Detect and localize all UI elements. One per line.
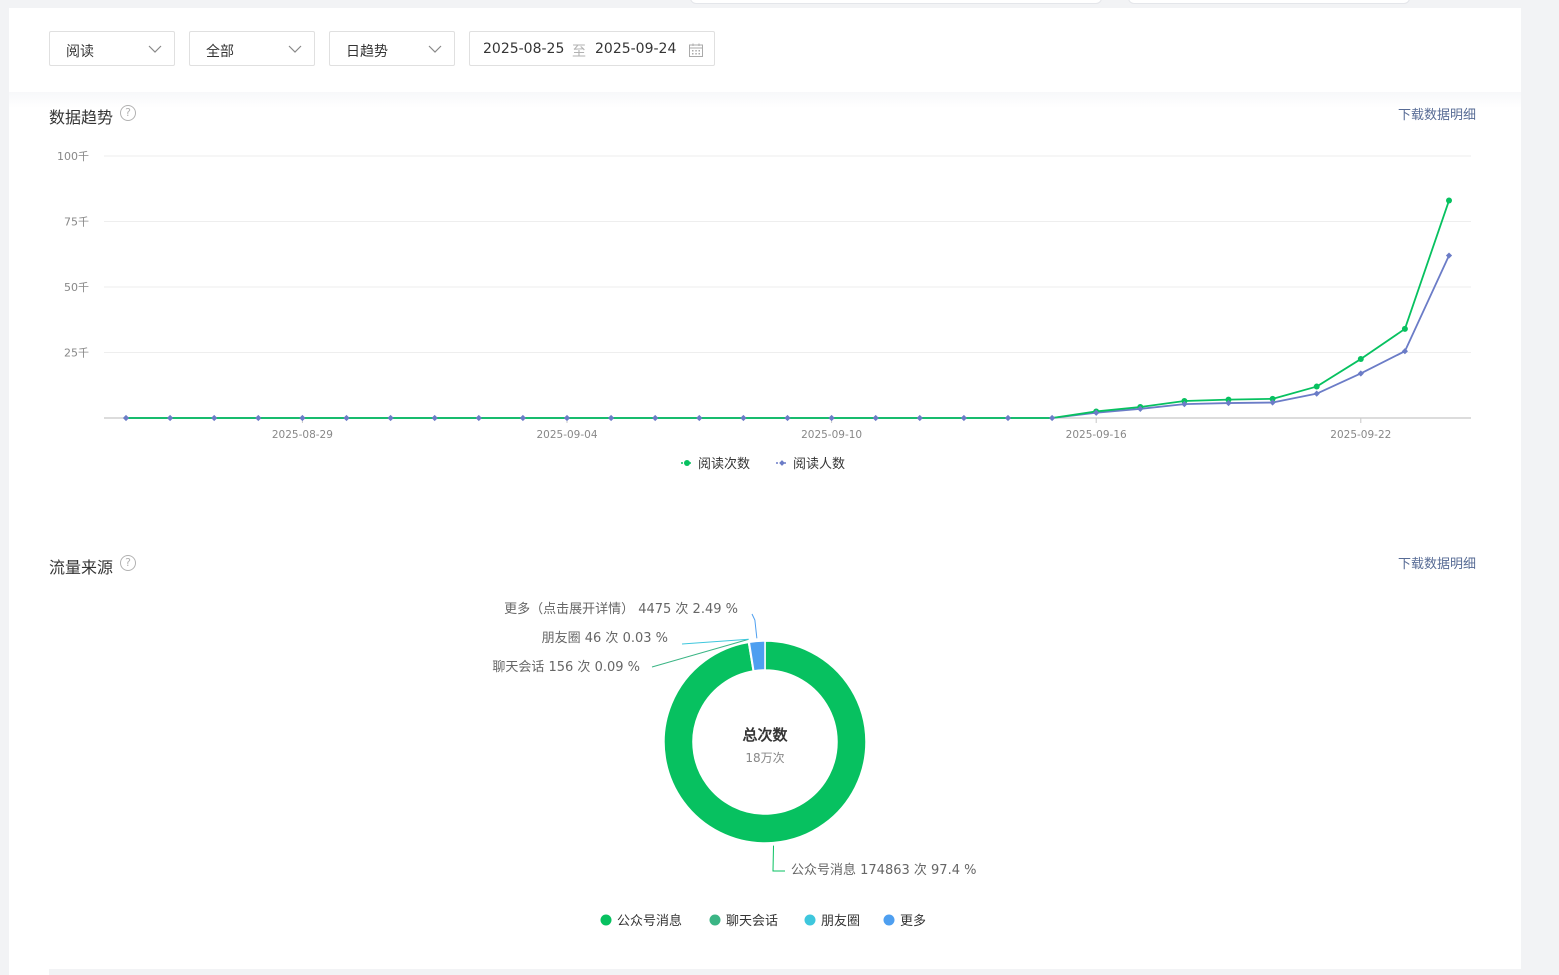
source-donut-chart: 总次数 18万次公众号消息 174863 次 97.4 % 聊天会话 156 次 0…	[492, 601, 976, 929]
x-tick-label: 2025-09-04	[536, 429, 597, 441]
source-title: 流量来源	[49, 558, 114, 577]
data-point-read-users[interactable]	[519, 414, 527, 422]
trend-line-chart: 25千 50千 75千 100千 2025-08-29 2025-09-04 2025-09…	[57, 150, 1471, 472]
chevron-down-icon	[428, 45, 442, 53]
x-tick-label: 2025-09-22	[1330, 429, 1391, 441]
data-point-read-users[interactable]	[1445, 252, 1453, 259]
data-point-read-users[interactable]	[1048, 414, 1056, 422]
top-tab-left[interactable]	[690, 0, 1102, 4]
legend-marker	[779, 460, 785, 466]
legend-dot	[804, 914, 816, 926]
metric-select[interactable]: 阅读	[49, 31, 175, 66]
filter-bar: 阅读 全部 日趋势 2025-08-25 至 2025-09-24	[9, 8, 1521, 93]
leader-line	[751, 613, 758, 639]
y-tick-label: 50千	[64, 281, 89, 294]
chevron-down-icon	[288, 45, 302, 53]
slice-label: 聊天会话 156 次 0.09 %	[492, 659, 640, 675]
legend-label: 公众号消息	[617, 913, 682, 929]
data-point-read-users[interactable]	[211, 414, 218, 422]
x-tick-label: 2025-09-16	[1066, 429, 1127, 441]
data-point-read-count[interactable]	[1446, 197, 1452, 204]
granularity-select[interactable]: 日趋势	[329, 31, 455, 66]
slice-label: 公众号消息 174863 次 97.4 %	[791, 862, 976, 878]
data-point-read-count[interactable]	[1313, 383, 1320, 390]
calendar-icon	[689, 43, 703, 57]
leader-line	[772, 845, 785, 872]
legend-label: 更多	[900, 913, 926, 929]
data-point-read-users[interactable]	[1401, 348, 1409, 355]
slice-label: 朋友圈 46 次 0.03 %	[542, 630, 668, 646]
data-point-read-users[interactable]	[343, 414, 350, 422]
data-point-read-users[interactable]	[740, 414, 747, 422]
legend-item[interactable]: 阅读次数	[681, 456, 750, 472]
scope-select[interactable]: 全部	[189, 31, 315, 66]
data-point-read-count[interactable]	[1357, 356, 1364, 363]
legend-dot	[600, 914, 612, 926]
bottom-divider	[49, 969, 1521, 975]
legend-item[interactable]: 聊天会话	[709, 914, 779, 929]
data-point-read-count[interactable]	[1401, 325, 1408, 332]
y-tick-label: 25千	[64, 347, 89, 360]
legend-label: 朋友圈	[821, 913, 860, 929]
metric-select-label: 阅读	[66, 44, 94, 60]
date-separator: 至	[572, 44, 586, 60]
analytics-card: 阅读 全部 日趋势 2025-08-25 至 2025-09-24 数据趋势 ?…	[9, 8, 1521, 975]
granularity-select-label: 日趋势	[346, 44, 388, 60]
data-point-read-users[interactable]	[1313, 390, 1320, 397]
data-point-read-users[interactable]	[916, 414, 923, 422]
legend-label: 聊天会话	[726, 914, 778, 929]
section-gap	[9, 92, 1521, 108]
legend-item[interactable]: 更多	[883, 913, 927, 929]
legend-dot	[883, 914, 895, 926]
series-line-read-users	[126, 255, 1450, 419]
data-point-read-users[interactable]	[696, 414, 703, 422]
legend-marker	[684, 460, 690, 466]
trend-title: 数据趋势	[49, 108, 114, 127]
x-tick-label: 2025-09-10	[801, 429, 862, 441]
source-download-link[interactable]: 下载数据明细	[1398, 553, 1476, 572]
donut-center-value: 18万次	[745, 751, 784, 765]
data-point-read-users[interactable]	[784, 414, 791, 422]
donut-center-title: 总次数	[742, 726, 788, 744]
top-tab-right[interactable]	[1128, 0, 1410, 4]
y-tick-label: 100千	[57, 150, 89, 163]
trend-download-link[interactable]: 下载数据明细	[1398, 104, 1476, 123]
data-point-read-users[interactable]	[431, 414, 438, 422]
data-point-read-users[interactable]	[652, 414, 659, 422]
slice-label[interactable]: 更多（点击展开详情） 4475 次 2.49 %	[504, 601, 738, 617]
data-point-read-users[interactable]	[872, 414, 879, 422]
date-end[interactable]: 2025-09-24	[595, 41, 676, 57]
legend-item[interactable]: 阅读人数	[776, 457, 845, 472]
legend-label: 阅读次数	[698, 456, 750, 472]
chevron-down-icon	[148, 45, 162, 53]
data-point-read-users[interactable]	[563, 414, 571, 422]
legend-dot	[709, 914, 721, 926]
data-point-read-users[interactable]	[1004, 414, 1012, 422]
data-point-read-users[interactable]	[960, 414, 968, 422]
data-point-read-users[interactable]	[299, 414, 306, 422]
data-point-read-users[interactable]	[1357, 370, 1364, 377]
data-point-read-users[interactable]	[387, 414, 394, 422]
x-tick-label: 2025-08-29	[272, 429, 333, 441]
data-point-read-users[interactable]	[828, 414, 835, 422]
series-line-read-count	[126, 200, 1450, 419]
legend-item[interactable]: 公众号消息	[600, 913, 683, 929]
data-point-read-users[interactable]	[255, 414, 262, 422]
y-tick-label: 75千	[64, 216, 89, 229]
trend-help-icon[interactable]: ?	[120, 105, 136, 121]
date-start[interactable]: 2025-08-25	[483, 41, 564, 57]
date-range-picker[interactable]: 2025-08-25 至 2025-09-24	[469, 31, 715, 66]
top-strip	[0, 0, 1559, 8]
source-help-icon[interactable]: ?	[120, 555, 136, 571]
legend-item[interactable]: 朋友圈	[804, 913, 861, 929]
legend-label: 阅读人数	[793, 457, 845, 472]
scope-select-label: 全部	[206, 44, 234, 60]
data-point-read-users[interactable]	[166, 414, 174, 422]
data-point-read-users[interactable]	[607, 414, 615, 422]
data-point-read-users[interactable]	[475, 414, 482, 422]
data-point-read-users[interactable]	[122, 414, 130, 422]
